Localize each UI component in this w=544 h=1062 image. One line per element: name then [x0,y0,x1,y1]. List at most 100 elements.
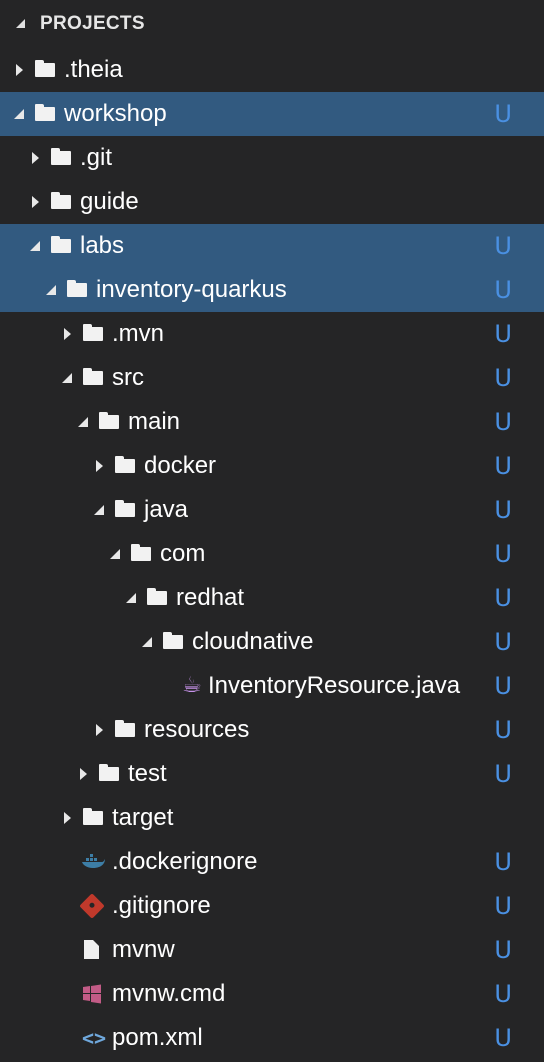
tree-item-label: target [112,804,174,831]
projects-section-header[interactable]: PROJECTS [0,0,544,48]
tree-item-label: mvnw [112,936,175,963]
arrow-spacer [56,1016,80,1060]
git-status-badge: U [494,584,512,612]
folder-icon [112,488,144,532]
tree-item-label: mvnw.cmd [112,980,226,1007]
folder-icon [48,224,80,268]
folder-icon [160,620,192,664]
folder-icon [80,356,112,400]
tree-row[interactable]: <> pom.xml U [0,1016,544,1060]
tree-row[interactable]: .theia [0,48,544,92]
git-status-badge: U [494,760,512,788]
folder-icon [112,708,144,752]
git-status-badge: U [494,628,512,656]
section-collapse-arrow[interactable] [0,0,40,48]
tree-item-label: .gitignore [112,892,211,919]
tree-row[interactable]: mvnw U [0,928,544,972]
windows-icon [80,972,112,1016]
tree-row[interactable]: redhat U [0,576,544,620]
collapsed-arrow-icon[interactable] [24,136,48,180]
tree-row[interactable]: guide [0,180,544,224]
tree-item-label: com [160,540,206,567]
docker-icon [80,840,112,884]
git-status-badge: U [494,848,512,876]
arrow-spacer [152,664,176,708]
git-status-badge: U [494,936,512,964]
file-tree: .theia workshop U .git guide labs Uinventory-q… [0,48,544,1060]
expanded-arrow-icon[interactable] [56,356,80,400]
expanded-arrow-icon[interactable] [24,224,48,268]
folder-icon [48,180,80,224]
tree-row[interactable]: .dockerignore U [0,840,544,884]
tree-row[interactable]: workshop U [0,92,544,136]
expanded-arrow-icon[interactable] [8,92,32,136]
tree-item-label: resources [144,716,250,743]
tree-row[interactable]: java U [0,488,544,532]
tree-row[interactable]: docker U [0,444,544,488]
arrow-spacer [56,840,80,884]
tree-item-label: java [144,496,189,523]
tree-item-label: .mvn [112,320,165,347]
git-status-badge: U [494,892,512,920]
folder-icon [96,752,128,796]
collapsed-arrow-icon[interactable] [56,796,80,840]
git-status-badge: U [494,232,512,260]
tree-row[interactable]: target [0,796,544,840]
collapsed-arrow-icon[interactable] [24,180,48,224]
file-icon [80,928,112,972]
expanded-arrow-icon[interactable] [72,400,96,444]
tree-row[interactable]: resources U [0,708,544,752]
expanded-arrow-icon[interactable] [88,488,112,532]
folder-icon [48,136,80,180]
collapsed-arrow-icon[interactable] [88,444,112,488]
tree-row[interactable]: inventory-quarkus U [0,268,544,312]
tree-row[interactable]: com U [0,532,544,576]
git-status-badge: U [494,276,512,304]
folder-icon [128,532,160,576]
tree-row[interactable]: cloudnative U [0,620,544,664]
git-status-badge: U [494,100,512,128]
collapsed-arrow-icon[interactable] [88,708,112,752]
tree-row[interactable]: main U [0,400,544,444]
git-icon [79,884,112,928]
tree-item-label: labs [80,232,125,259]
tree-row[interactable]: .mvn U [0,312,544,356]
tree-item-label: main [128,408,181,435]
collapsed-arrow-icon[interactable] [56,312,80,356]
folder-icon [80,796,112,840]
tree-row[interactable]: src U [0,356,544,400]
expanded-arrow-icon[interactable] [136,620,160,664]
tree-item-label: .dockerignore [112,848,258,875]
tree-row[interactable]: .git [0,136,544,180]
tree-row[interactable]: mvnw.cmd U [0,972,544,1016]
tree-row[interactable]: ☕ InventoryResource.java U [0,664,544,708]
git-status-badge: U [494,496,512,524]
tree-row[interactable]: labs U [0,224,544,268]
git-status-badge: U [494,320,512,348]
expanded-arrow-icon[interactable] [40,268,64,312]
folder-icon [112,444,144,488]
folder-icon [64,268,96,312]
tree-row[interactable]: .gitignore U [0,884,544,928]
collapsed-arrow-icon[interactable] [72,752,96,796]
tree-item-label: docker [144,452,217,479]
tree-row[interactable]: test U [0,752,544,796]
arrow-spacer [56,884,80,928]
git-status-badge: U [494,1024,512,1052]
tree-item-label: guide [80,188,139,215]
arrow-spacer [56,972,80,1016]
expanded-arrow-icon[interactable] [104,532,128,576]
section-title: PROJECTS [40,13,145,34]
tree-item-label: inventory-quarkus [96,276,287,303]
folder-icon [80,312,112,356]
collapsed-arrow-icon[interactable] [8,48,32,92]
tree-item-label: workshop [64,100,167,127]
tree-item-label: cloudnative [192,628,314,655]
expanded-arrow-icon[interactable] [120,576,144,620]
git-status-badge: U [494,716,512,744]
tree-item-label: src [112,364,144,391]
git-status-badge: U [494,408,512,436]
code-icon: <> [82,1026,107,1050]
git-status-badge: U [494,540,512,568]
tree-item-label: test [128,760,167,787]
